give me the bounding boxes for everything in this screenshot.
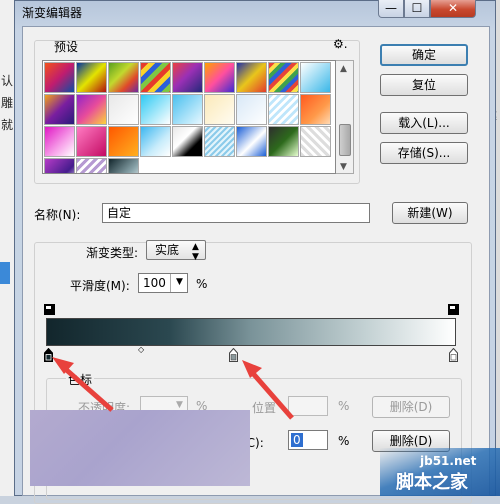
- watermark-name: 脚本之家: [396, 472, 468, 493]
- arrow-to-middle-stop: [242, 360, 294, 420]
- arrow-to-start-stop: [52, 357, 114, 412]
- watermark-url: jb51.net: [420, 454, 477, 468]
- annotation-arrows: [52, 357, 294, 420]
